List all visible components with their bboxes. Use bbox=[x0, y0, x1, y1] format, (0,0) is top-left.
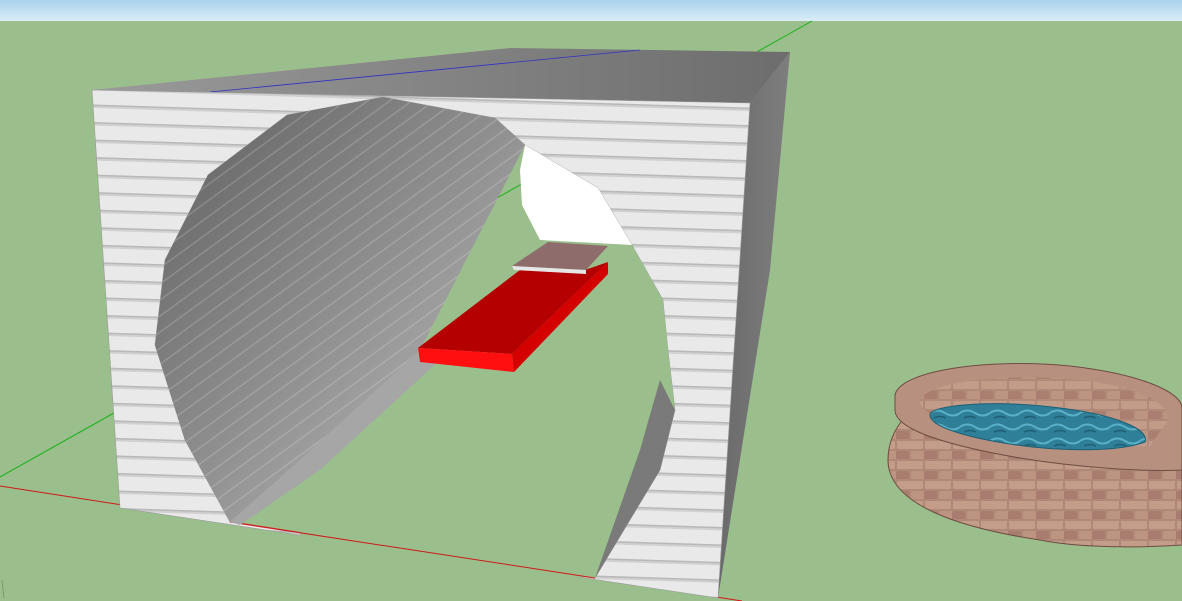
sky bbox=[0, 0, 1182, 21]
modeling-viewport[interactable] bbox=[0, 0, 1182, 601]
3d-scene-canvas[interactable] bbox=[0, 0, 1182, 601]
